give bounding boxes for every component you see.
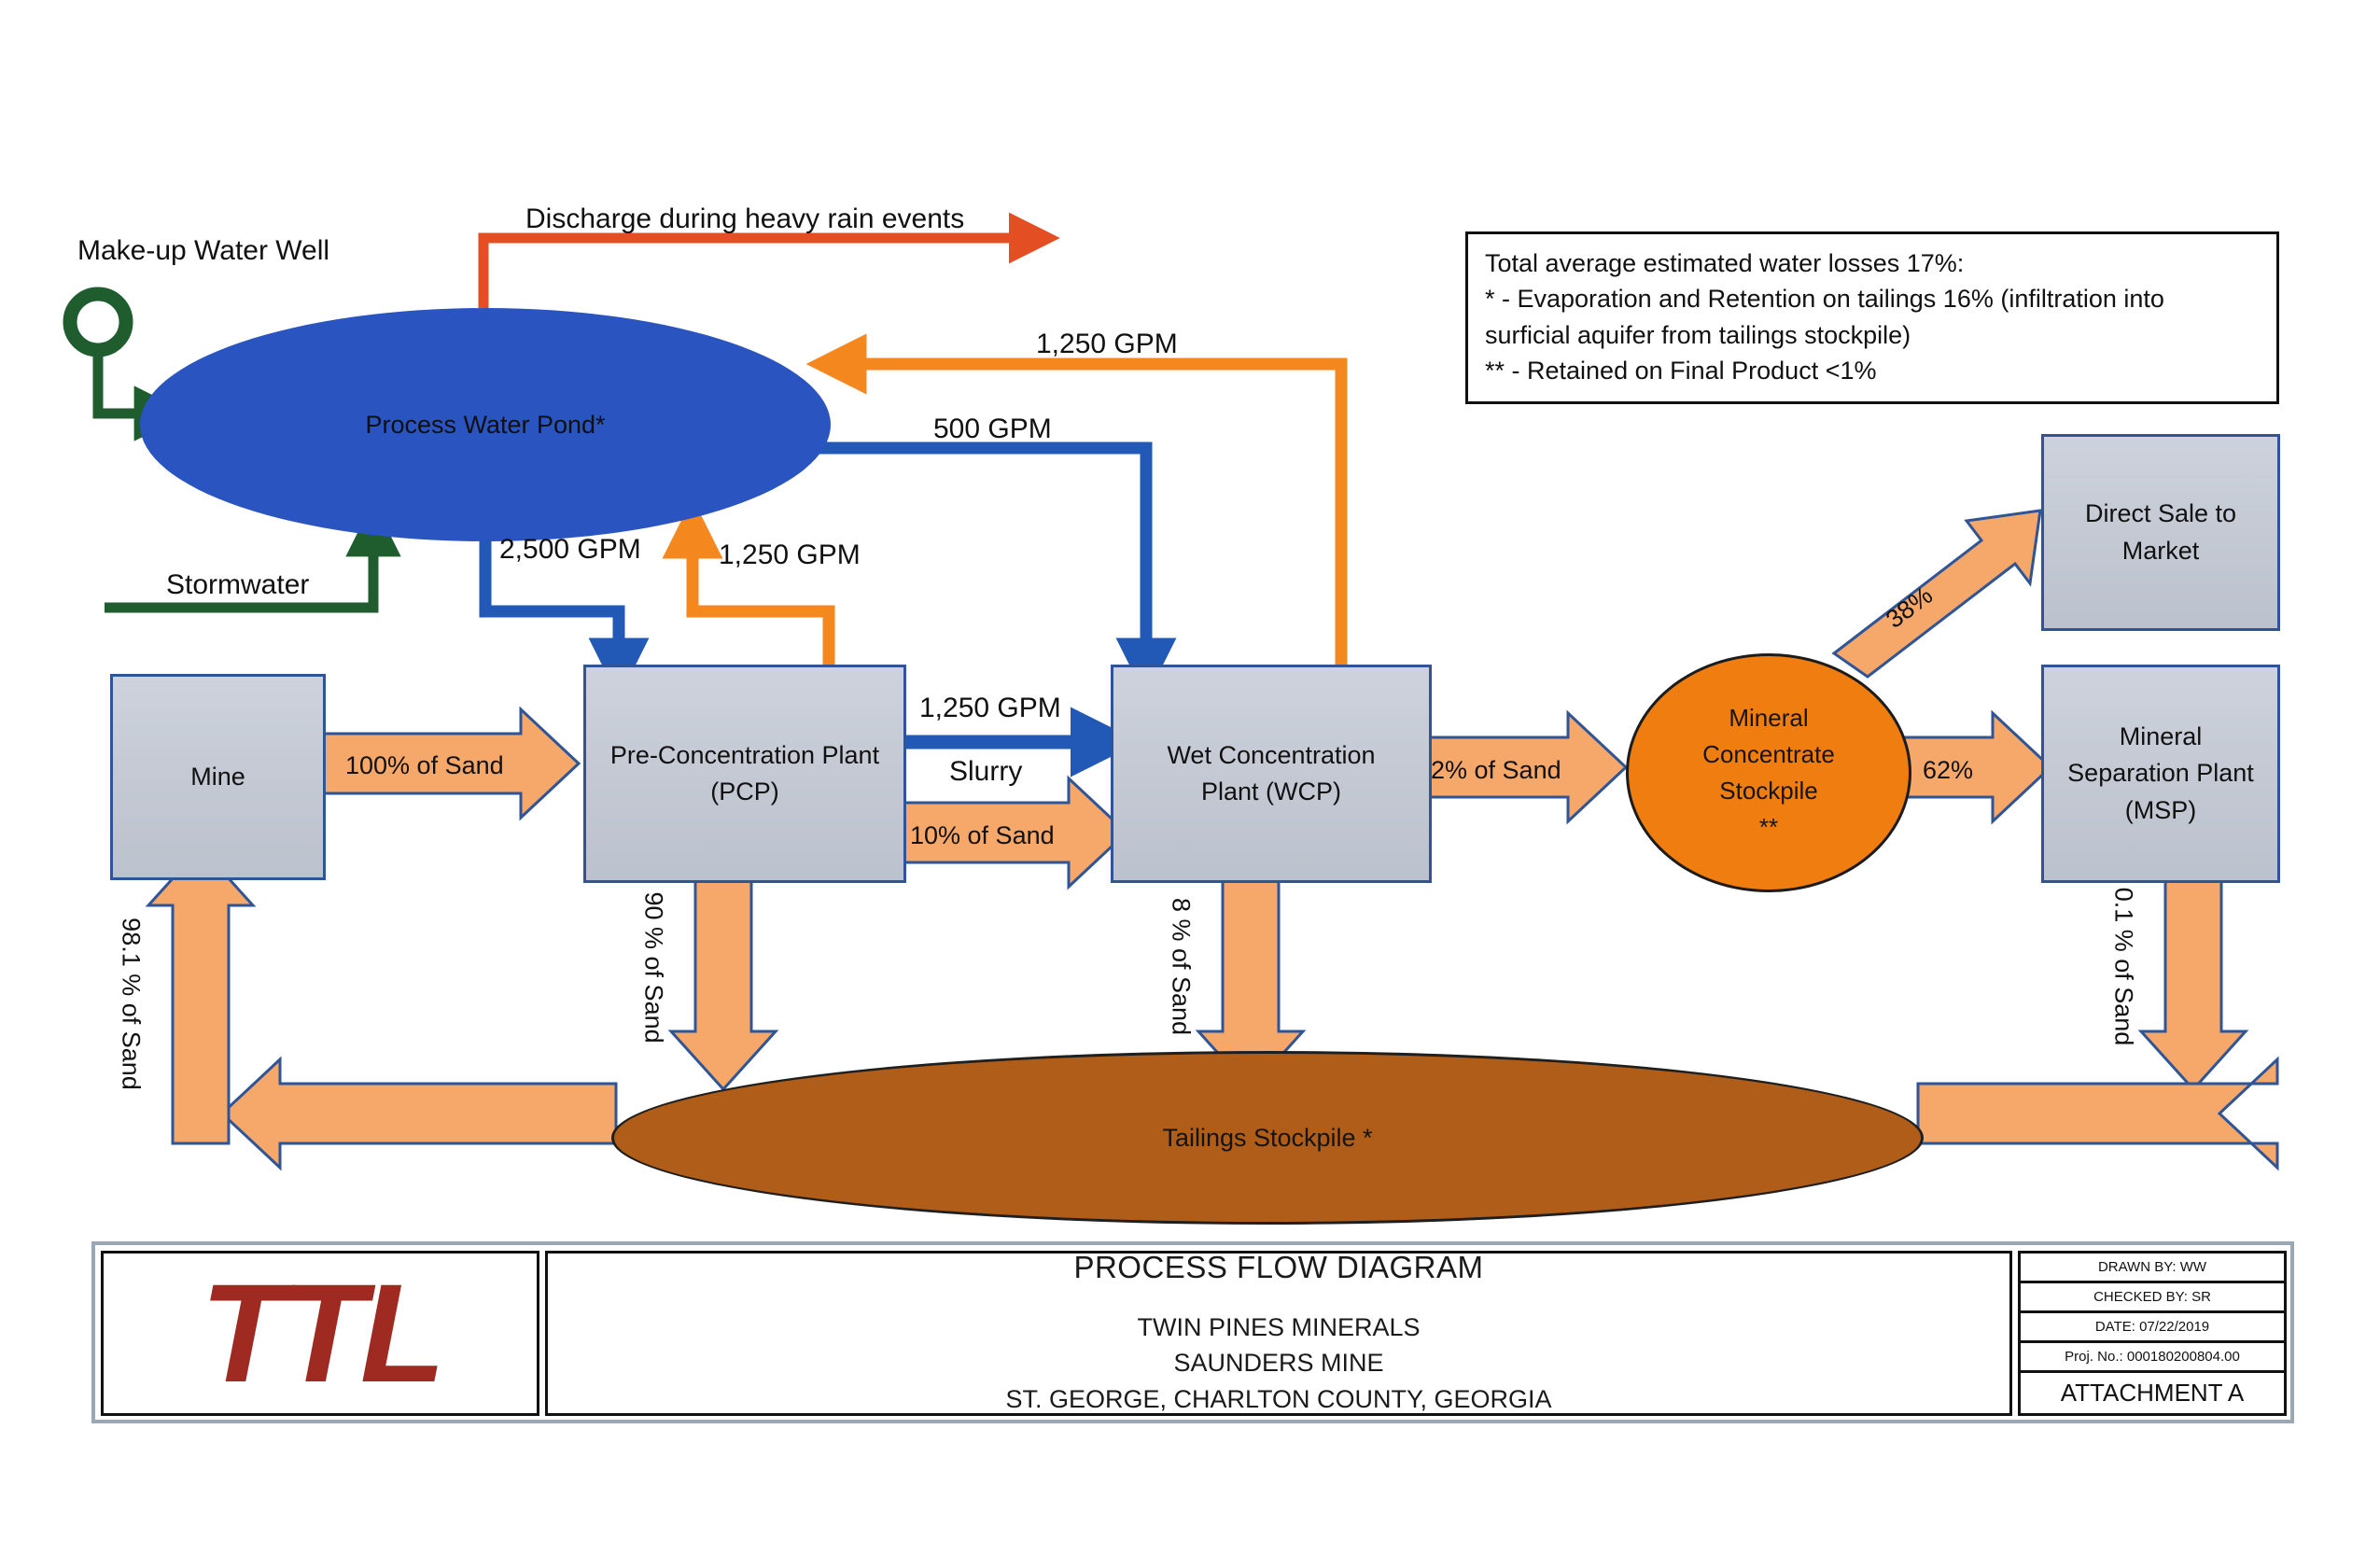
process-water-pond[interactable]: Process Water Pond* xyxy=(140,308,831,541)
node-msp-label-line1: Mineral xyxy=(2119,722,2203,751)
node-tailings-stockpile[interactable]: Tailings Stockpile * xyxy=(611,1051,1924,1225)
sand-0-1-label: 0.1 % of Sand xyxy=(2109,887,2138,1046)
direct-sale-label-line2: Market xyxy=(2121,536,2200,565)
legend-line-1: Total average estimated water losses 17%… xyxy=(1485,249,1965,277)
arrow-left-to-mine xyxy=(145,845,257,1145)
flow-1250-gpm-wcp-return-label: 1,250 GPM xyxy=(1036,329,1178,359)
arrow-stockpile-to-direct-sale xyxy=(1831,509,2042,679)
stormwater-label: Stormwater xyxy=(166,569,310,600)
node-pcp-label-line2: (PCP) xyxy=(710,778,779,806)
make-up-water-well-icon xyxy=(63,287,189,441)
attachment-label: ATTACHMENT A xyxy=(2060,1379,2245,1407)
ttl-logo-text: TTL xyxy=(200,1254,446,1411)
legend-line-4: ** - Retained on Final Product <1% xyxy=(1485,356,1877,385)
make-up-water-well-label: Make-up Water Well xyxy=(77,235,330,266)
arrow-pcp-to-tailings xyxy=(667,857,779,1092)
node-pcp[interactable]: Pre-Concentration Plant (PCP) xyxy=(583,665,906,883)
process-water-pond-label: Process Water Pond* xyxy=(365,410,606,439)
legend-line-2: * - Evaporation and Retention on tailing… xyxy=(1485,285,2164,314)
sand-8-label: 8 % of Sand xyxy=(1167,897,1196,1036)
tailings-label: Tailings Stockpile * xyxy=(1162,1123,1373,1152)
pct-62-label: 62% xyxy=(1923,756,1974,784)
arrow-tailings-to-right xyxy=(1916,1056,2279,1171)
diagram-title: PROCESS FLOW DIAGRAM xyxy=(1073,1250,1484,1285)
date: DATE: 07/22/2019 xyxy=(2021,1313,2284,1343)
water-loss-legend: Total average estimated water losses 17%… xyxy=(1465,231,2279,405)
node-msp[interactable]: Mineral Separation Plant (MSP) xyxy=(2041,665,2280,883)
stockpile-label-footnote: ** xyxy=(1758,813,1779,841)
slurry-label: Slurry xyxy=(949,756,1023,787)
node-mine-label: Mine xyxy=(190,762,245,791)
flow-1250-gpm-pcp-label: 1,250 GPM xyxy=(719,539,861,570)
flow-2500-gpm-label: 2,500 GPM xyxy=(499,534,641,565)
flow-500-gpm-label: 500 GPM xyxy=(933,413,1052,444)
stockpile-label-line1: Mineral xyxy=(1729,704,1809,732)
node-wcp[interactable]: Wet Concentration Plant (WCP) xyxy=(1111,665,1432,883)
discharge-arrow xyxy=(478,212,1060,308)
node-pcp-label-line1: Pre-Concentration Plant xyxy=(609,740,880,769)
flow-500-gpm xyxy=(810,441,1177,699)
legend-line-3: surficial aquifer from tailings stockpil… xyxy=(1485,320,1911,349)
project-number: Proj. No.: 000180200804.00 xyxy=(2021,1343,2284,1373)
checked-by: CHECKED BY: SR xyxy=(2021,1283,2284,1313)
title-block: TTL PROCESS FLOW DIAGRAM TWIN PINES MINE… xyxy=(91,1241,2294,1423)
node-direct-sale-to-market[interactable]: Direct Sale to Market xyxy=(2041,434,2280,631)
node-mine[interactable]: Mine xyxy=(110,674,326,880)
pct-38-label: 38% xyxy=(1881,581,1939,634)
mine-name: SAUNDERS MINE xyxy=(1173,1349,1384,1378)
sand-10-label: 10% of Sand xyxy=(910,821,1055,849)
project-name: TWIN PINES MINERALS xyxy=(1137,1313,1421,1342)
sand-98-1-label: 98.1 % of Sand xyxy=(117,918,146,1090)
process-flow-diagram: Process Water Pond* Mine Pre-Concentrati… xyxy=(0,0,2380,1541)
drawn-by: DRAWN BY: WW xyxy=(2021,1254,2284,1283)
title-block-meta: DRAWN BY: WW CHECKED BY: SR DATE: 07/22/… xyxy=(2018,1251,2287,1416)
project-location: ST. GEORGE, CHARLTON COUNTY, GEORGIA xyxy=(1005,1384,1552,1413)
sand-100-label: 100% of Sand xyxy=(345,751,504,779)
title-block-center: PROCESS FLOW DIAGRAM TWIN PINES MINERALS… xyxy=(545,1250,2012,1416)
arrow-tailings-to-left xyxy=(219,1056,618,1171)
arrow-msp-to-tailings xyxy=(2137,857,2249,1092)
stockpile-label-line3: Stockpile xyxy=(1719,777,1818,805)
node-mineral-concentrate-stockpile[interactable]: Mineral Concentrate Stockpile ** xyxy=(1626,653,1911,892)
node-msp-label-line2: Separation Plant xyxy=(2067,759,2254,788)
node-wcp-label-line1: Wet Concentration xyxy=(1167,740,1376,769)
stockpile-label-line2: Concentrate xyxy=(1702,740,1835,768)
discharge-label: Discharge during heavy rain events xyxy=(525,203,965,234)
ttl-logo: TTL xyxy=(101,1251,539,1416)
node-msp-label-line3: (MSP) xyxy=(2124,795,2197,824)
flow-1250-gpm-wcp-return xyxy=(805,333,1348,665)
sand-2-label: 2% of Sand xyxy=(1431,756,1561,784)
flow-1250-gpm-slurry-label: 1,250 GPM xyxy=(919,693,1061,723)
direct-sale-label-line1: Direct Sale to xyxy=(2084,499,2237,528)
node-wcp-label-line2: Plant (WCP) xyxy=(1200,778,1342,806)
sand-90-label: 90 % of Sand xyxy=(639,891,668,1044)
